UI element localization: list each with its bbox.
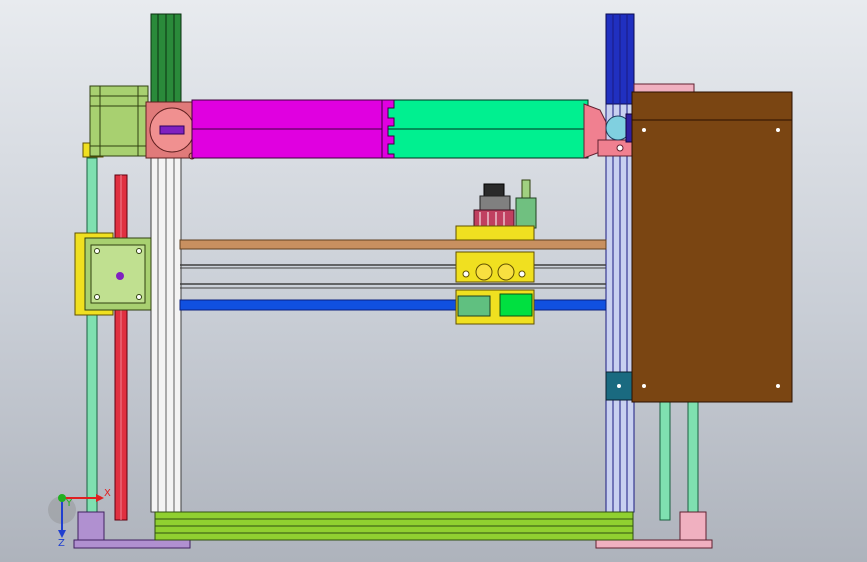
blue-rod [179, 299, 607, 311]
x-axis-label: X [104, 488, 111, 499]
carriage[interactable] [455, 179, 537, 325]
left-middle-motor[interactable] [74, 232, 152, 316]
left-vertical-post[interactable] [150, 13, 182, 513]
base-plate[interactable] [154, 511, 634, 541]
main-cylinder[interactable] [191, 99, 589, 159]
tan-rod [179, 239, 607, 250]
left-coupling[interactable] [145, 101, 196, 160]
assembly-drawing[interactable]: X Y Z [0, 0, 867, 562]
horizontal-rods[interactable] [179, 239, 607, 311]
y-axis-label: Y [65, 498, 73, 509]
left-guide-rods[interactable] [86, 157, 128, 521]
z-axis-label: Z [58, 538, 65, 549]
cad-viewport[interactable]: X Y Z [0, 0, 867, 562]
top-left-motor[interactable] [82, 85, 149, 158]
control-panel[interactable] [631, 83, 793, 403]
right-guide-rods[interactable] [659, 399, 699, 521]
right-vertical-post[interactable] [605, 13, 635, 513]
